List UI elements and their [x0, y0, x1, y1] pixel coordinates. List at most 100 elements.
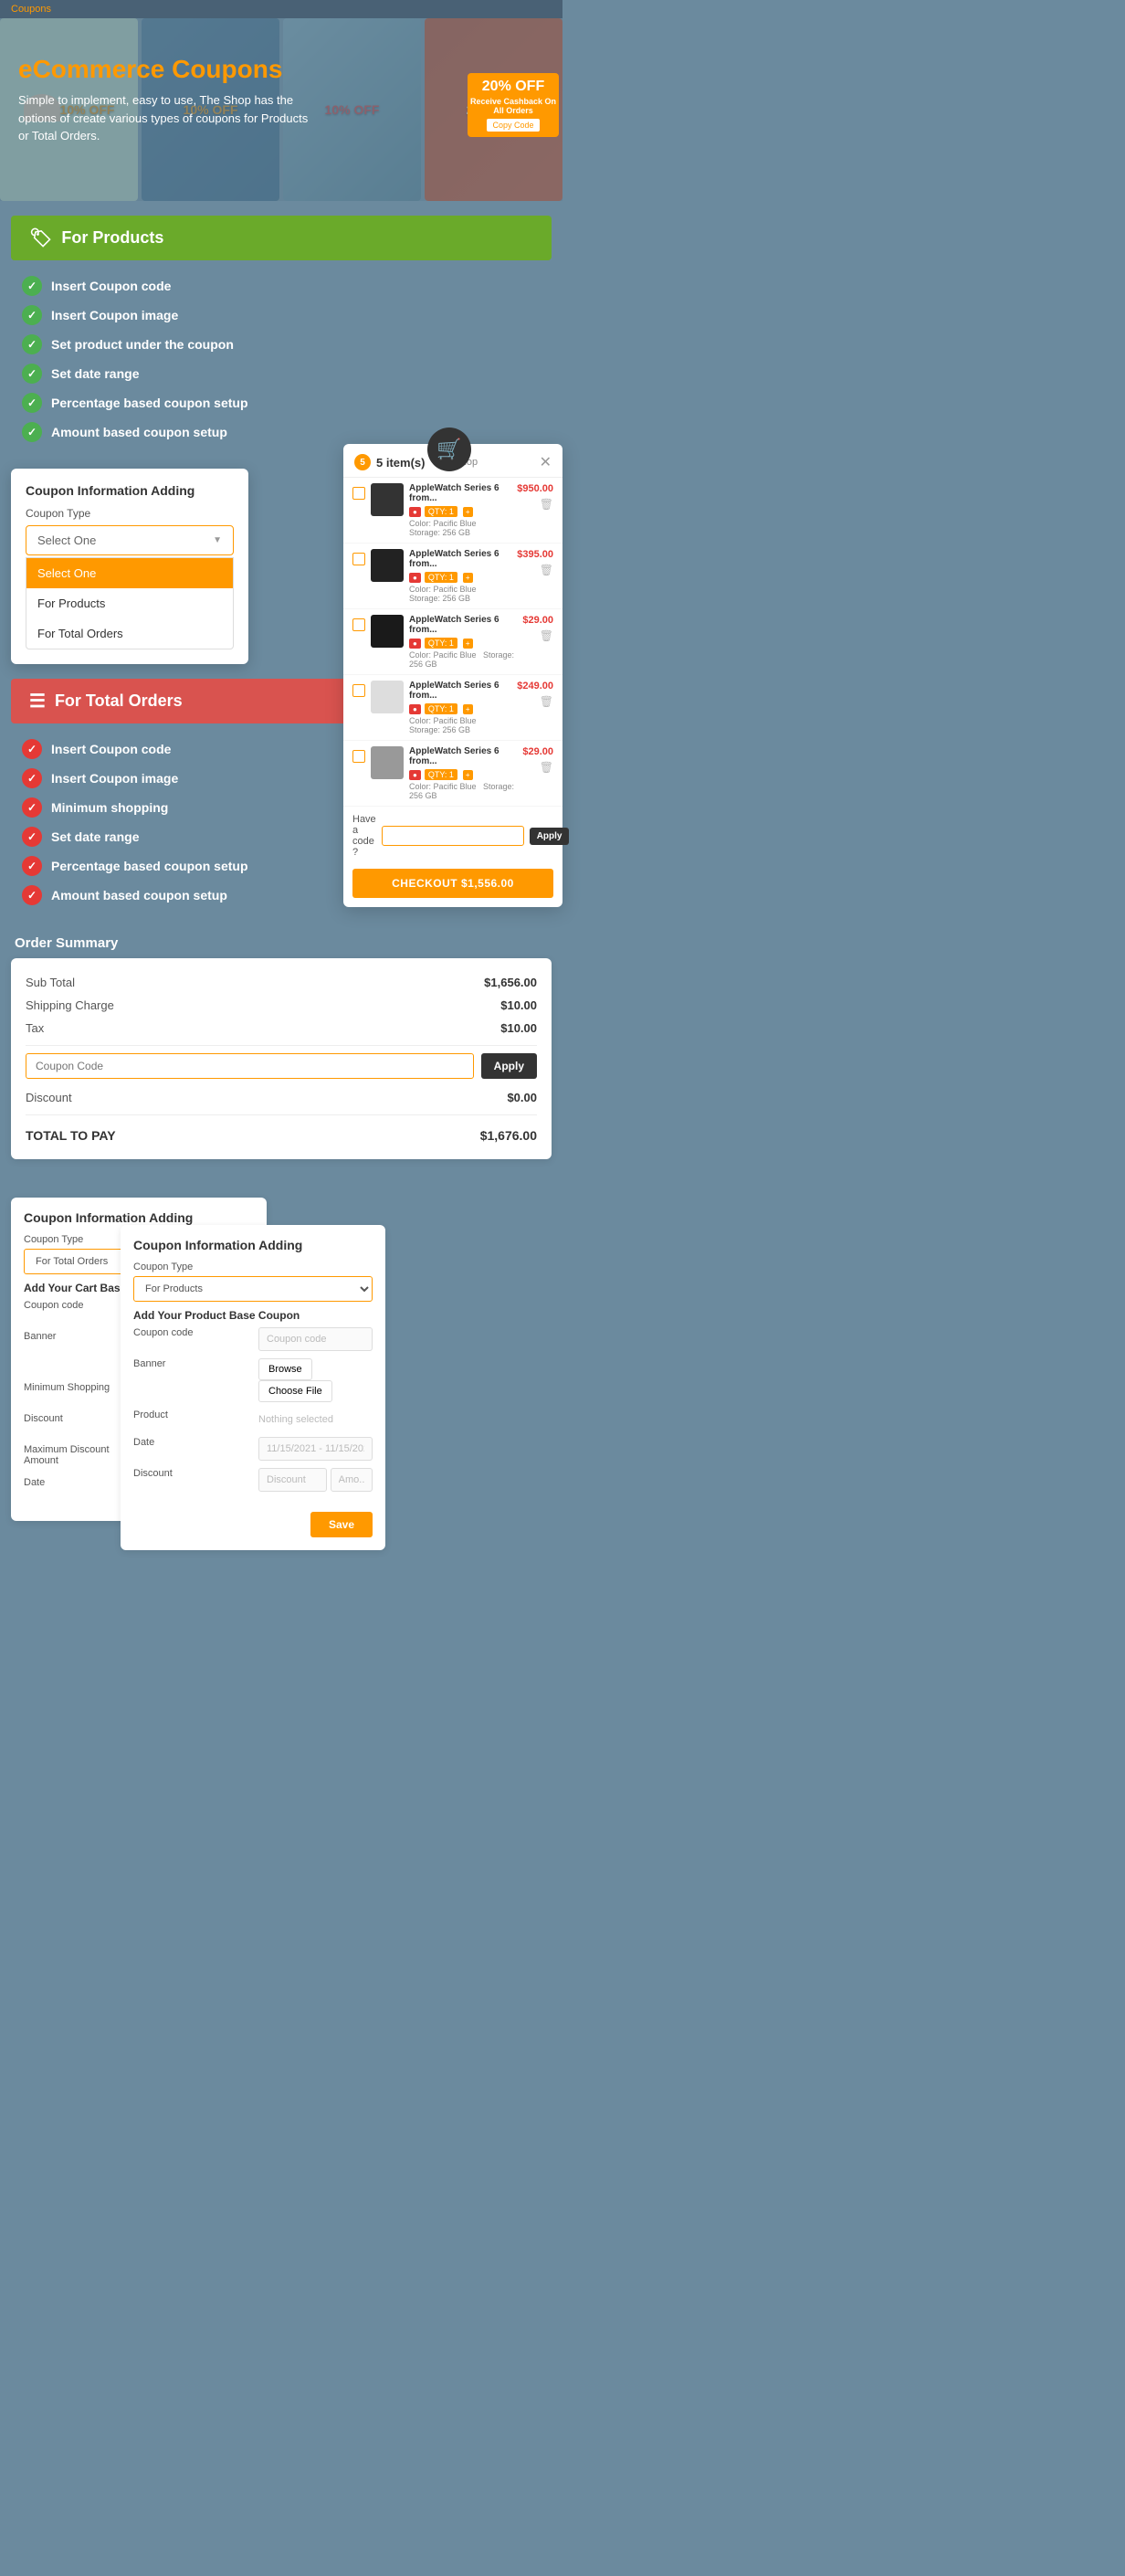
products-icon: 🏷: [29, 227, 52, 249]
cart-item-3: AppleWatch Series 6 from... ● QTY: 1 + C…: [343, 609, 562, 675]
chevron-down-icon: ▼: [213, 535, 222, 545]
form-front-date-row: Date: [133, 1437, 373, 1461]
form-front-discount-input[interactable]: [258, 1468, 327, 1492]
cart-item-price-1: $950.00: [517, 483, 553, 494]
cart-qty-3: QTY: 1: [425, 638, 457, 649]
cart-qty-plus-2[interactable]: +: [463, 573, 473, 583]
orders-feature-4-text: Set date range: [51, 829, 139, 844]
discount-value: $0.00: [507, 1091, 537, 1104]
top-bar-coupons-label: Coupons: [11, 4, 51, 15]
cart-item-delete-2[interactable]: 🗑: [517, 564, 553, 576]
cart-item-price-5: $29.00: [522, 746, 553, 757]
form-front-product-input-col: Nothing selected: [258, 1409, 373, 1430]
tax-label: Tax: [26, 1021, 44, 1035]
form-front-type-col: Coupon Type For Products: [133, 1262, 373, 1302]
main-content: 🏷 For Products ✓ Insert Coupon code ✓ In…: [0, 216, 562, 1499]
form-front-actions: Save: [133, 1499, 373, 1537]
cart-item-checkbox-2[interactable]: [352, 553, 365, 565]
form-front-browse-button[interactable]: Browse: [258, 1358, 312, 1380]
hero-section: 10% OFF 10% OFF 10% OFF 20% OFF eCommerc…: [0, 18, 562, 201]
check-icon-5: ✓: [22, 393, 42, 413]
red-check-icon-2: ✓: [22, 768, 42, 788]
dropdown-menu: Select One For Products For Total Orders: [26, 557, 234, 649]
dropdown-title: Coupon Information Adding: [26, 483, 234, 498]
form-back-date-label: Date: [24, 1477, 133, 1488]
red-check-icon-4: ✓: [22, 827, 42, 847]
cart-icon-circle[interactable]: 🛒: [427, 428, 471, 471]
form-front-coupon-code-label: Coupon code: [133, 1327, 247, 1338]
cart-qty-plus-3[interactable]: +: [463, 639, 473, 649]
form-front-product-label: Product: [133, 1409, 247, 1420]
cart-close-button[interactable]: ✕: [540, 453, 552, 471]
form-back-discount-label: Discount: [24, 1413, 133, 1424]
form-front-coupon-code-input[interactable]: [258, 1327, 373, 1351]
cart-item-name-1: AppleWatch Series 6 from...: [409, 483, 511, 503]
cart-item-checkbox-4[interactable]: [352, 684, 365, 697]
dropdown-option-for-products[interactable]: For Products: [26, 588, 233, 618]
form-front-title: Coupon Information Adding: [133, 1238, 373, 1252]
cart-item-img-4: [371, 681, 404, 713]
cart-item-name-3: AppleWatch Series 6 from...: [409, 615, 517, 635]
form-front-type-select[interactable]: For Products: [133, 1276, 373, 1302]
cart-checkout-button[interactable]: CHECKOUT $1,556.00: [352, 869, 553, 898]
cart-qty-plus-1[interactable]: +: [463, 507, 473, 517]
cart-item-checkbox-5[interactable]: [352, 750, 365, 763]
shipping-label: Shipping Charge: [26, 998, 114, 1012]
orders-feature-5-text: Percentage based coupon setup: [51, 859, 248, 873]
select-placeholder: Select One: [37, 533, 96, 547]
cart-item-price-col-4: $249.00 🗑: [517, 681, 553, 708]
form-front-date-input[interactable]: [258, 1437, 373, 1461]
cart-item-img-3: [371, 615, 404, 648]
dropdown-option-for-total-orders[interactable]: For Total Orders: [26, 618, 233, 649]
form-front-choose-button[interactable]: Choose File: [258, 1380, 332, 1402]
cart-apply-button[interactable]: Apply: [530, 828, 570, 845]
big-coupon-copy-btn[interactable]: Copy Code: [487, 119, 539, 132]
hero-content: eCommerce Coupons Simple to implement, e…: [18, 55, 544, 145]
cart-qty-plus-4[interactable]: +: [463, 704, 473, 714]
cart-item-name-5: AppleWatch Series 6 from...: [409, 746, 517, 766]
cart-item-meta-1: Color: Pacific Blue Storage: 256 GB: [409, 519, 511, 537]
check-icon-4: ✓: [22, 364, 42, 384]
cart-coupon-input[interactable]: [382, 826, 524, 846]
cart-item-delete-5[interactable]: 🗑: [522, 761, 553, 774]
form-back-discount-label-col: Discount: [24, 1413, 133, 1437]
form-back-min-shopping-label: Minimum Shopping: [24, 1382, 133, 1393]
form-front-date-label-col: Date: [133, 1437, 247, 1461]
cart-item-checkbox-1[interactable]: [352, 487, 365, 500]
red-check-icon-5: ✓: [22, 856, 42, 876]
form-front-product-label-col: Product: [133, 1409, 247, 1430]
form-front-type-row: Coupon Type For Products: [133, 1262, 373, 1302]
cart-item-delete-4[interactable]: 🗑: [517, 695, 553, 708]
form-front-type-label: Coupon Type: [133, 1262, 373, 1272]
check-icon-1: ✓: [22, 276, 42, 296]
form-front-coupon-row: Coupon code: [133, 1327, 373, 1351]
cart-items-count: 5 item(s): [376, 456, 425, 470]
order-coupon-apply-button[interactable]: Apply: [481, 1053, 537, 1079]
cart-qty-2: QTY: 1: [425, 572, 457, 583]
cart-item-name-4: AppleWatch Series 6 from...: [409, 681, 511, 701]
form-front-coupon-input-col: [258, 1327, 373, 1351]
products-feature-5-text: Percentage based coupon setup: [51, 396, 248, 410]
form-front-discount-inputs-col: [258, 1468, 373, 1492]
form-front-banner-label: Banner: [133, 1358, 247, 1369]
forms-container: Coupon Information Adding Coupon Type Fo…: [0, 1179, 562, 1472]
cart-item-delete-3[interactable]: 🗑: [522, 629, 553, 642]
order-coupon-input[interactable]: [26, 1053, 474, 1079]
cart-item-price-2: $395.00: [517, 549, 553, 560]
cart-item-checkbox-3[interactable]: [352, 618, 365, 631]
products-feature-list: ✓ Insert Coupon code ✓ Insert Coupon ima…: [0, 271, 562, 461]
form-front-amount-input[interactable]: [331, 1468, 373, 1492]
cart-item-delete-1[interactable]: 🗑: [517, 498, 553, 511]
subtotal-value: $1,656.00: [484, 976, 537, 989]
form-front-save-button[interactable]: Save: [310, 1512, 373, 1537]
form-front-product-nothing: Nothing selected: [258, 1409, 373, 1430]
form-front-banner-btns-col: Browse Choose File: [258, 1358, 373, 1402]
check-icon-3: ✓: [22, 334, 42, 354]
cart-qty-plus-5[interactable]: +: [463, 770, 473, 780]
order-divider-1: [26, 1045, 537, 1046]
cart-item-img-5: [371, 746, 404, 779]
coupon-type-select[interactable]: Select One ▼: [26, 525, 234, 555]
shipping-row: Shipping Charge $10.00: [26, 994, 537, 1017]
products-feature-4: ✓ Set date range: [22, 359, 541, 388]
dropdown-option-select-one[interactable]: Select One: [26, 558, 233, 588]
